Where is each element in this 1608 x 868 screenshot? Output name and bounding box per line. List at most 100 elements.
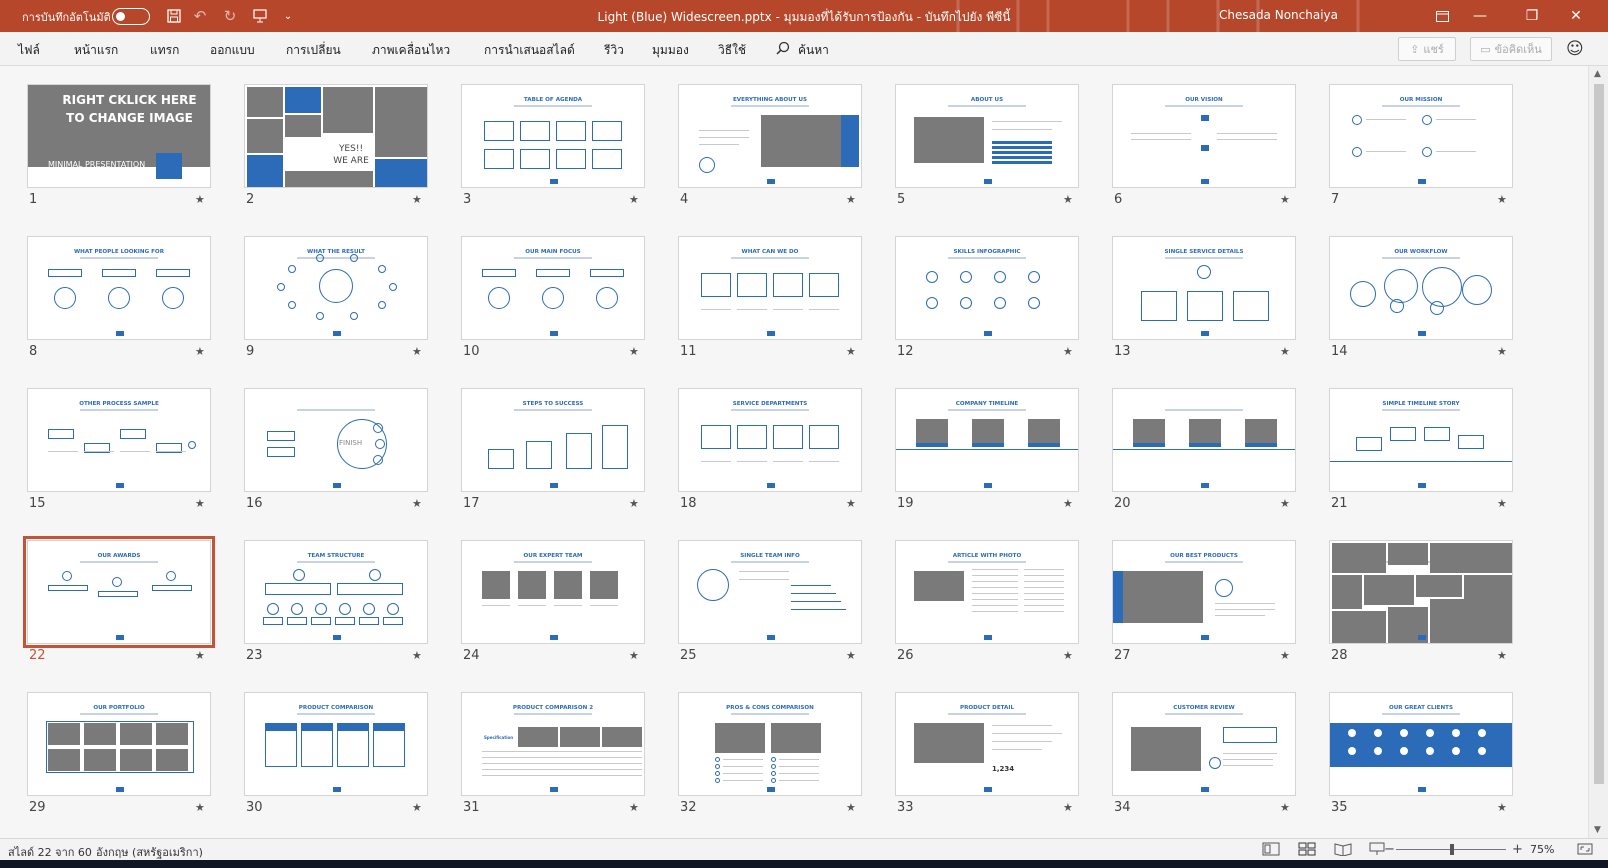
tab-animations[interactable]: ภาพเคลื่อนไหว [372,41,450,60]
zoom-in-icon[interactable]: + [1512,842,1523,857]
transition-star-icon[interactable]: ★ [195,497,205,510]
tab-review[interactable]: รีวิว [604,41,624,60]
slide-thumbnail-3[interactable]: TABLE OF AGENDA [461,84,645,188]
slide-thumbnail-12[interactable]: SKILLS INFOGRAPHIC [895,236,1079,340]
slide-thumbnail-19[interactable]: COMPANY TIMELINE [895,388,1079,492]
slide-thumbnail-30[interactable]: PRODUCT COMPARISON [244,692,428,796]
slide-thumbnail-33[interactable]: PRODUCT DETAIL 1,234 [895,692,1079,796]
slide-thumbnail-34[interactable]: CUSTOMER REVIEW [1112,692,1296,796]
transition-star-icon[interactable]: ★ [412,497,422,510]
transition-star-icon[interactable]: ★ [1280,497,1290,510]
slide-sorter-view-icon[interactable] [1298,842,1316,856]
slide-thumbnail-25[interactable]: SINGLE TEAM INFO [678,540,862,644]
transition-star-icon[interactable]: ★ [1280,801,1290,814]
transition-star-icon[interactable]: ★ [1497,193,1507,206]
slide-thumbnail-29[interactable]: OUR PORTFOLIO [27,692,211,796]
transition-star-icon[interactable]: ★ [195,801,205,814]
slide-thumbnail-5[interactable]: ABOUT US [895,84,1079,188]
slide-thumbnail-4[interactable]: EVERYTHING ABOUT US [678,84,862,188]
tab-transitions[interactable]: การเปลี่ยน [286,41,341,60]
normal-view-icon[interactable] [1262,842,1280,856]
restore-icon[interactable]: ❐ [1518,6,1546,26]
share-button[interactable]: ⇪ แชร์ [1398,37,1456,61]
slide-thumbnail-20[interactable] [1112,388,1296,492]
tab-home[interactable]: หน้าแรก [74,41,118,60]
slide-thumbnail-14[interactable]: OUR WORKFLOW [1329,236,1513,340]
slide-thumbnail-31[interactable]: PRODUCT COMPARISON 2 Specification [461,692,645,796]
transition-star-icon[interactable]: ★ [412,801,422,814]
transition-star-icon[interactable]: ★ [846,345,856,358]
transition-star-icon[interactable]: ★ [195,345,205,358]
slide-thumbnail-18[interactable]: SERVICE DEPARTMENTS [678,388,862,492]
slide-thumbnail-21[interactable]: SIMPLE TIMELINE STORY [1329,388,1513,492]
tab-view[interactable]: มุมมอง [652,41,689,60]
transition-star-icon[interactable]: ★ [1497,497,1507,510]
transition-star-icon[interactable]: ★ [1063,345,1073,358]
slide-thumbnail-7[interactable]: OUR MISSION [1329,84,1513,188]
transition-star-icon[interactable]: ★ [195,193,205,206]
transition-star-icon[interactable]: ★ [629,497,639,510]
slide-thumbnail-16[interactable]: FINISH [244,388,428,492]
transition-star-icon[interactable]: ★ [1063,497,1073,510]
slide-thumbnail-26[interactable]: ARTICLE WITH PHOTO [895,540,1079,644]
slide-thumbnail-32[interactable]: PROS & CONS COMPARISON [678,692,862,796]
slide-thumbnail-8[interactable]: WHAT PEOPLE LOOKING FOR [27,236,211,340]
slide-thumbnail-1[interactable]: RIGHT CKLICK HERE TO CHANGE IMAGE MINIMAL… [27,84,211,188]
slide-thumbnail-13[interactable]: SINGLE SERVICE DETAILS [1112,236,1296,340]
slide-thumbnail-15[interactable]: OTHER PROCESS SAMPLE [27,388,211,492]
tab-help[interactable]: วิธีใช้ [718,41,746,60]
slide-thumbnail-6[interactable]: OUR VISION [1112,84,1296,188]
transition-star-icon[interactable]: ★ [629,193,639,206]
slide-thumbnail-27[interactable]: OUR BEST PRODUCTS [1112,540,1296,644]
transition-star-icon[interactable]: ★ [1063,801,1073,814]
scroll-down-icon[interactable]: ▼ [1594,825,1601,835]
slide-thumbnail-23[interactable]: TEAM STRUCTURE [244,540,428,644]
tab-insert[interactable]: แทรก [150,41,179,60]
comments-button[interactable]: ▭ ข้อคิดเห็น [1470,37,1552,61]
slide-thumbnail-10[interactable]: OUR MAIN FOCUS [461,236,645,340]
transition-star-icon[interactable]: ★ [846,649,856,662]
slide-thumbnail-35[interactable]: OUR GREAT CLIENTS [1329,692,1513,796]
transition-star-icon[interactable]: ★ [1497,649,1507,662]
slide-thumbnail-24[interactable]: OUR EXPERT TEAM [461,540,645,644]
zoom-slider-handle[interactable] [1450,844,1454,855]
close-icon[interactable]: ✕ [1562,6,1590,26]
transition-star-icon[interactable]: ★ [412,193,422,206]
fit-to-window-icon[interactable] [1576,842,1594,856]
minimize-icon[interactable]: — [1466,6,1494,26]
ribbon-display-options-icon[interactable] [1428,6,1456,26]
slide-thumbnail-2[interactable]: YES!! WE ARE [244,84,428,188]
transition-star-icon[interactable]: ★ [1280,649,1290,662]
transition-star-icon[interactable]: ★ [629,345,639,358]
transition-star-icon[interactable]: ★ [1063,193,1073,206]
transition-star-icon[interactable]: ★ [846,497,856,510]
search-label[interactable]: ค้นหา [798,41,829,60]
transition-star-icon[interactable]: ★ [195,649,205,662]
reading-view-icon[interactable] [1334,842,1352,856]
search-icon[interactable] [776,41,790,55]
transition-star-icon[interactable]: ★ [846,801,856,814]
transition-star-icon[interactable]: ★ [412,649,422,662]
tab-slideshow[interactable]: การนำเสนอสไลด์ [484,41,575,60]
transition-star-icon[interactable]: ★ [412,345,422,358]
transition-star-icon[interactable]: ★ [629,649,639,662]
transition-star-icon[interactable]: ★ [1280,345,1290,358]
language-indicator[interactable]: อังกฤษ (สหรัฐอเมริกา) [96,843,203,861]
user-name[interactable]: Chesada Nonchaiya [1219,8,1338,22]
tab-file[interactable]: ไฟล์ [18,41,40,60]
zoom-out-icon[interactable]: − [1384,842,1395,857]
tab-design[interactable]: ออกแบบ [210,41,255,60]
slide-thumbnail-17[interactable]: STEPS TO SUCCESS [461,388,645,492]
transition-star-icon[interactable]: ★ [1497,345,1507,358]
transition-star-icon[interactable]: ★ [1063,649,1073,662]
transition-star-icon[interactable]: ★ [1497,801,1507,814]
slide-thumbnail-22[interactable]: OUR AWARDS [23,536,215,648]
slide-thumbnail-11[interactable]: WHAT CAN WE DO [678,236,862,340]
slide-thumbnail-9[interactable]: WHAT THE RESULT [244,236,428,340]
transition-star-icon[interactable]: ★ [846,193,856,206]
zoom-level[interactable]: 75% [1530,843,1554,856]
vertical-scrollbar[interactable]: ▲ ▼ [1588,66,1608,838]
scroll-up-icon[interactable]: ▲ [1594,69,1601,79]
feedback-smiley-icon[interactable]: ☺ [1566,39,1584,59]
slide-thumbnail-28[interactable] [1329,540,1513,644]
